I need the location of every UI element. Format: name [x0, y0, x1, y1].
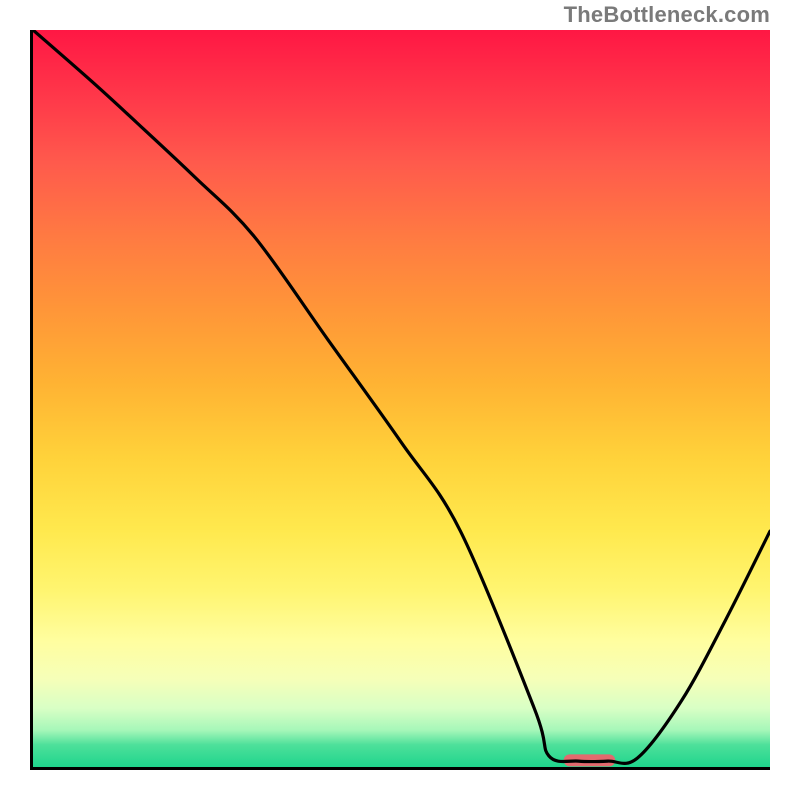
- chart-frame: TheBottleneck.com: [0, 0, 800, 800]
- bottleneck-curve: [33, 30, 770, 763]
- chart-svg: [33, 30, 770, 767]
- watermark-text: TheBottleneck.com: [564, 2, 770, 28]
- plot-area: [30, 30, 770, 770]
